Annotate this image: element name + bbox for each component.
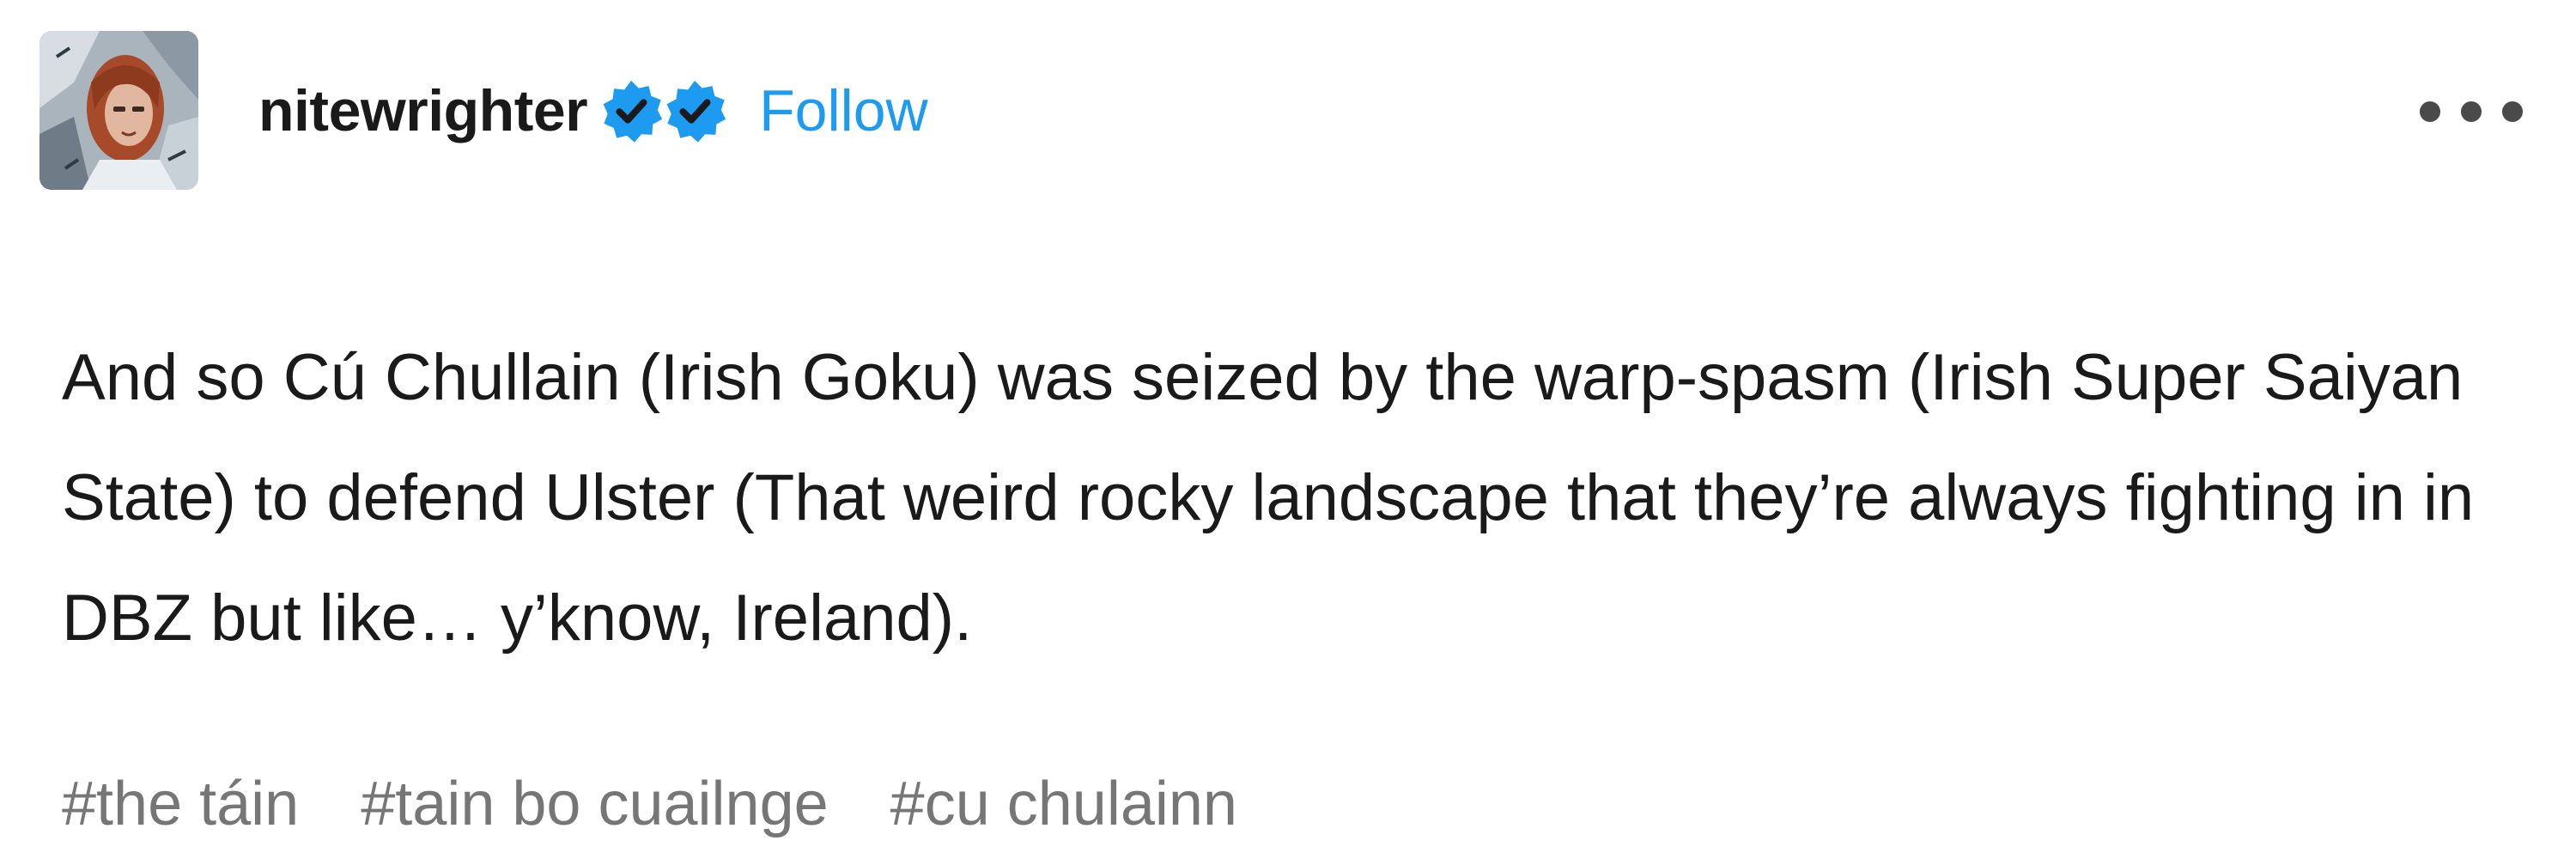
post-body-text: And so Cú Chullain (Irish Goku) was seiz… xyxy=(62,341,2475,655)
more-options-button[interactable] xyxy=(2420,96,2523,127)
verified-badges xyxy=(598,77,728,144)
follow-button[interactable]: Follow xyxy=(759,77,928,144)
post-tags: #the táin #tain bo cuailnge #cu chulainn xyxy=(62,769,1237,839)
tag-link[interactable]: #tain bo cuailnge xyxy=(361,769,828,839)
blog-name-link[interactable]: nitewrighter xyxy=(258,77,588,144)
post-header: nitewrighter Follow xyxy=(39,31,928,190)
avatar[interactable] xyxy=(39,31,198,190)
verified-badge-icon[interactable] xyxy=(598,77,665,144)
tag-link[interactable]: #cu chulainn xyxy=(890,769,1237,839)
verified-badge-icon[interactable] xyxy=(661,77,728,144)
ellipsis-icon xyxy=(2502,101,2523,122)
tag-link[interactable]: #the táin xyxy=(62,769,299,839)
avatar-image xyxy=(39,31,198,190)
ellipsis-icon xyxy=(2461,101,2482,122)
ellipsis-icon xyxy=(2420,101,2440,122)
post-card: nitewrighter Follow And so Cú Chullain (… xyxy=(0,0,2576,859)
